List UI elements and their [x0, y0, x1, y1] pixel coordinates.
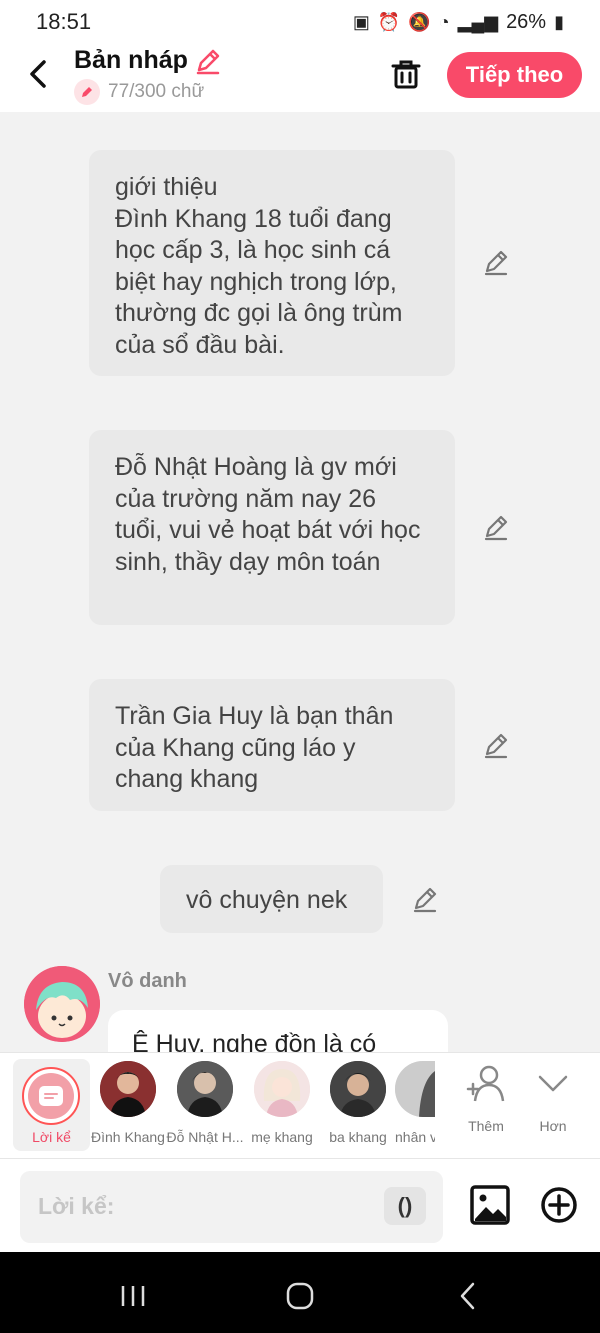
plus-circle-icon [541, 1187, 577, 1223]
back-button[interactable] [18, 54, 58, 94]
character-name: mẹ khang [251, 1129, 313, 1145]
character-chip[interactable]: Đình Khang [88, 1061, 168, 1145]
pencil-icon [74, 79, 100, 105]
home-button[interactable] [280, 1276, 320, 1316]
back-nav-button[interactable] [448, 1276, 488, 1316]
avatar [254, 1061, 310, 1117]
message-bubble[interactable]: vô chuyện nek [160, 865, 383, 933]
character-name: ba khang [329, 1129, 387, 1145]
input-placeholder: Lời kể: [38, 1193, 115, 1219]
character-chip[interactable]: ba khang [318, 1061, 398, 1145]
message-input[interactable]: Lời kể: () [20, 1171, 443, 1243]
message-bubble[interactable]: Đỗ Nhật Hoàng là gv mới của trường năm n… [89, 430, 455, 625]
character-strip: Lời kể Đình Khang Đỗ Nhật H... mẹ khang … [0, 1052, 600, 1158]
battery-level: 26% [506, 10, 547, 33]
message-bubble[interactable]: Ê Huy, nghe đồn là có [108, 1010, 448, 1052]
more-button[interactable]: Hơn [523, 1063, 583, 1134]
input-bar: Lời kể: () [0, 1158, 600, 1252]
image-icon [470, 1185, 510, 1225]
edit-icon[interactable] [482, 731, 510, 759]
wifi-icon: ◔ [438, 11, 450, 32]
edit-icon[interactable] [482, 513, 510, 541]
image-button[interactable] [470, 1185, 510, 1225]
recent-apps-button[interactable] [113, 1276, 153, 1316]
add-button[interactable] [540, 1186, 578, 1224]
status-icons: ▣ ⏰ 🔕 ◔ ▂▄▆ 26% ▮ [353, 11, 564, 34]
back-icon [30, 60, 46, 88]
narrator-icon [28, 1073, 74, 1119]
status-time: 18:51 [36, 9, 92, 34]
back-nav-icon [460, 1282, 475, 1310]
signal-icon: ▂▄▆ [457, 11, 499, 32]
message-bubble[interactable]: Trần Gia Huy là bạn thân của Khang cũng … [89, 679, 455, 811]
character-chip[interactable]: Đỗ Nhật H... [165, 1061, 245, 1145]
chat-area[interactable]: giới thiệu Đình Khang 18 tuổi đang học c… [0, 112, 600, 1052]
edit-icon[interactable] [482, 248, 510, 276]
battery-icon: ▮ [554, 11, 564, 32]
battery-saver-icon: ▣ [352, 11, 370, 32]
author-name: Vô danh [108, 970, 187, 992]
alarm-icon: ⏰ [377, 11, 401, 32]
add-character-icon [466, 1065, 505, 1102]
recent-apps-icon [121, 1286, 145, 1306]
character-chip[interactable]: nhân v [395, 1061, 435, 1145]
add-character-label: Thêm [468, 1118, 504, 1134]
delete-button[interactable] [386, 54, 426, 94]
avatar [177, 1061, 233, 1117]
title-block: Bản nháp 77/300 chữ [74, 46, 222, 105]
mute-icon: 🔕 [408, 11, 431, 32]
trash-icon [391, 60, 421, 89]
add-character-button[interactable]: Thêm [456, 1063, 516, 1134]
character-chip[interactable]: mẹ khang [242, 1061, 322, 1145]
header: Bản nháp 77/300 chữ Tiếp theo [0, 44, 600, 112]
character-name: Đình Khang [91, 1129, 165, 1145]
rename-pencil-icon[interactable] [194, 47, 222, 75]
avatar [395, 1061, 435, 1117]
system-nav-bar [0, 1252, 600, 1333]
page-title: Bản nháp [74, 46, 188, 74]
more-label: Hơn [539, 1118, 567, 1134]
avatar [330, 1061, 386, 1117]
character-name: Đỗ Nhật H... [166, 1129, 244, 1145]
status-bar: 18:51 ▣ ⏰ 🔕 ◔ ▂▄▆ 26% ▮ [0, 0, 600, 44]
character-name: nhân v [395, 1129, 435, 1145]
parenthesis-button[interactable]: () [384, 1187, 426, 1225]
edit-icon[interactable] [411, 885, 439, 913]
narrator-label: Lời kể [32, 1129, 71, 1145]
narrator-chip[interactable]: Lời kể [13, 1059, 90, 1151]
chevron-down-icon [538, 1075, 568, 1092]
message-bubble[interactable]: giới thiệu Đình Khang 18 tuổi đang học c… [89, 150, 455, 376]
word-count: 77/300 chữ [108, 81, 205, 102]
avatar [100, 1061, 156, 1117]
avatar[interactable] [24, 966, 100, 1042]
next-button[interactable]: Tiếp theo [447, 52, 582, 98]
home-icon [286, 1282, 314, 1310]
